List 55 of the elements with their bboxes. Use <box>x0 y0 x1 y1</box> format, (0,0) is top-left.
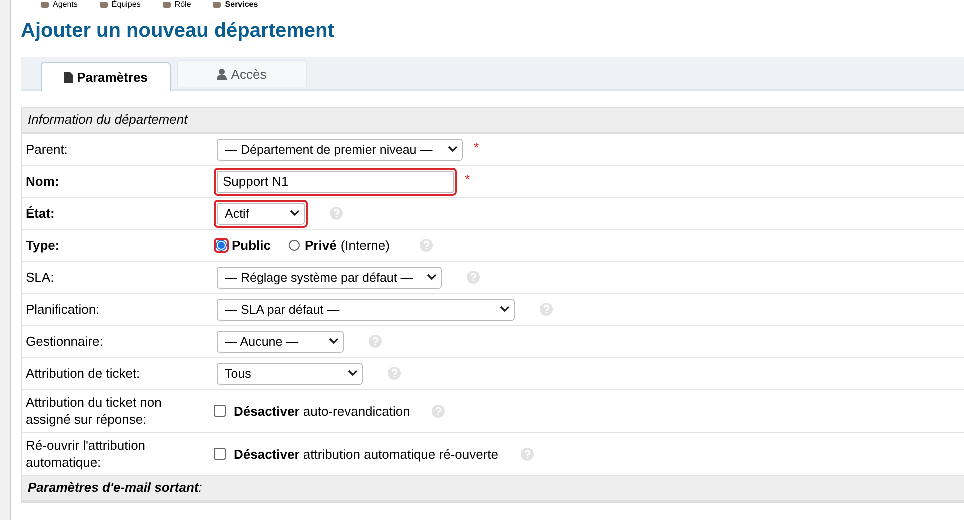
dropdown[interactable]: Actif <box>217 202 305 224</box>
checkbox[interactable] <box>214 448 226 460</box>
nav-link[interactable]: Équipes <box>100 0 141 10</box>
radio-label: Privé (Interne) <box>305 238 390 253</box>
help-icon[interactable] <box>330 207 343 220</box>
tab[interactable]: Paramètres <box>41 62 171 91</box>
nav-link[interactable]: Services <box>213 0 258 10</box>
chevron-down-icon <box>500 306 510 313</box>
dropdown[interactable]: — Réglage système par défaut — <box>217 266 442 288</box>
checkbox[interactable] <box>214 405 226 417</box>
help-icon[interactable] <box>432 404 446 418</box>
name-field[interactable]: Support N1 <box>217 170 454 192</box>
field-label: Planification: <box>25 301 101 318</box>
help-icon[interactable] <box>520 448 534 460</box>
nav-icon <box>162 2 171 8</box>
section-header: Information du département <box>22 108 964 134</box>
field-label: Type: <box>25 237 61 254</box>
checkbox-label: Désactiver attribution automatique ré-ouverte <box>234 446 499 462</box>
help-icon[interactable] <box>369 335 382 348</box>
dropdown[interactable]: — Département de premier niveau — <box>217 138 463 160</box>
nav-icon <box>100 2 108 8</box>
document-icon <box>64 72 74 82</box>
chevron-down-icon <box>348 370 358 377</box>
person-icon <box>217 68 228 80</box>
chevron-down-icon <box>427 274 437 281</box>
radio-label: Public <box>232 238 272 253</box>
field-label: Nom: <box>25 173 60 190</box>
field-label: Attribution du ticket non assigné sur réponse: <box>25 394 163 428</box>
field-label: SLA: <box>25 269 56 286</box>
radio-button[interactable] <box>289 240 300 251</box>
nav-icon <box>213 2 222 8</box>
help-icon[interactable] <box>467 271 480 284</box>
field-label: État: <box>25 205 56 222</box>
tab[interactable]: Accès <box>177 60 307 87</box>
chevron-down-icon <box>290 210 300 217</box>
nav-link[interactable]: Rôle <box>162 0 192 10</box>
dropdown[interactable]: — SLA par défaut — <box>217 298 515 320</box>
help-icon[interactable] <box>420 239 433 252</box>
section-header: Paramètres d'e-mail sortant: <box>22 476 964 502</box>
nav-link[interactable]: Agents <box>41 0 78 10</box>
required-mark: * <box>474 140 480 154</box>
dropdown[interactable]: — Aucune — <box>217 330 344 352</box>
field-label: Parent: <box>25 141 69 158</box>
help-icon[interactable] <box>540 303 553 316</box>
field-label: Gestionnaire: <box>25 333 104 350</box>
checkbox-label: Désactiver auto-revandication <box>234 404 410 418</box>
field-label: Ré-ouvrir l'attribution automatique: <box>25 437 147 471</box>
help-icon[interactable] <box>388 367 401 380</box>
chevron-down-icon <box>329 338 339 345</box>
field-label: Attribution de ticket: <box>25 365 142 382</box>
nav-icon <box>41 2 49 8</box>
dropdown[interactable]: Tous <box>217 362 363 384</box>
chevron-down-icon <box>448 146 458 153</box>
page-title: Ajouter un nouveau département <box>21 20 336 43</box>
required-mark: * <box>465 172 470 186</box>
